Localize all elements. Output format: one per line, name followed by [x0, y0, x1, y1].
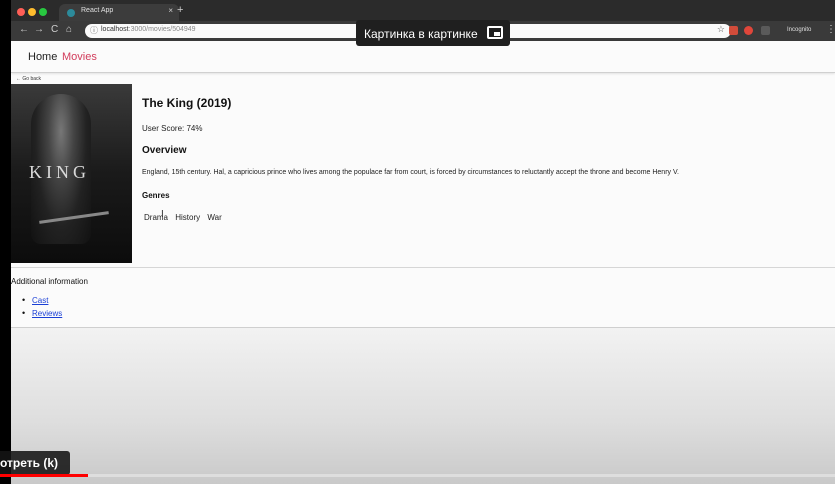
extension-icon[interactable] — [761, 26, 770, 35]
pip-label: Картинка в картинке — [364, 27, 478, 41]
back-icon[interactable]: ← — [19, 24, 29, 35]
nav-link-movies[interactable]: Movies — [62, 51, 97, 63]
divider — [11, 267, 835, 268]
genres-heading: Genres — [142, 191, 170, 200]
text-cursor-icon: I — [161, 209, 164, 220]
reload-icon[interactable]: C — [51, 24, 58, 35]
window-close-icon[interactable] — [17, 8, 25, 16]
list-item: Cast — [22, 295, 62, 305]
home-icon[interactable]: ⌂ — [66, 24, 72, 35]
info-icon[interactable]: ⓘ — [90, 25, 98, 36]
go-back-link[interactable]: ← Go back — [16, 76, 41, 82]
nav-link-home[interactable]: Home — [28, 51, 57, 63]
page-empty-area — [11, 328, 835, 484]
web-page: Home Movies ← Go back KING The King (201… — [11, 41, 835, 484]
additional-info-heading: Additional information — [11, 277, 88, 286]
new-tab-icon[interactable]: + — [177, 4, 183, 16]
video-tooltip: отреть (k) — [0, 451, 70, 475]
video-tooltip-text: отреть (k) — [0, 456, 59, 470]
video-progress-bar[interactable] — [0, 474, 835, 477]
url-text: localhost:3000/movies/504949 — [101, 26, 196, 33]
additional-info-list: Cast Reviews — [22, 295, 62, 322]
browser-window: React App × + ← → C ⌂ ⓘ localhost:3000/m… — [11, 0, 835, 484]
window-minimize-icon[interactable] — [28, 8, 36, 16]
tab-strip: React App × + — [11, 0, 835, 21]
user-score: User Score: 74% — [142, 124, 203, 133]
browser-tab[interactable]: React App × — [59, 4, 179, 21]
picture-in-picture-icon — [487, 26, 503, 39]
browser-menu-icon[interactable]: ⋮ — [826, 24, 835, 35]
list-item: Reviews — [22, 308, 62, 318]
reviews-link[interactable]: Reviews — [32, 309, 62, 318]
genre-item: War — [207, 213, 222, 222]
movie-poster: KING — [11, 84, 132, 263]
overview-text: England, 15th century. Hal, a capricious… — [142, 169, 679, 176]
video-frame: React App × + ← → C ⌂ ⓘ localhost:3000/m… — [0, 0, 835, 484]
extension-icon[interactable] — [729, 26, 738, 35]
picture-in-picture-tooltip[interactable]: Картинка в картинке — [356, 20, 510, 46]
forward-icon[interactable]: → — [34, 24, 44, 35]
tab-close-icon[interactable]: × — [168, 6, 173, 15]
tab-title: React App — [81, 7, 114, 14]
bookmark-star-icon[interactable]: ☆ — [717, 24, 725, 35]
react-favicon-icon — [67, 9, 75, 17]
genres-list: Drama History War — [144, 213, 227, 222]
window-maximize-icon[interactable] — [39, 8, 47, 16]
cast-link[interactable]: Cast — [32, 296, 48, 305]
video-progress-fill — [0, 474, 88, 477]
adblock-icon[interactable] — [744, 26, 753, 35]
overview-heading: Overview — [142, 145, 187, 156]
genre-item: Drama — [144, 213, 169, 222]
incognito-label[interactable]: Incognito — [787, 27, 811, 33]
genre-item: History — [175, 213, 201, 222]
poster-title-text: KING — [29, 162, 90, 182]
movie-title: The King (2019) — [142, 96, 232, 110]
